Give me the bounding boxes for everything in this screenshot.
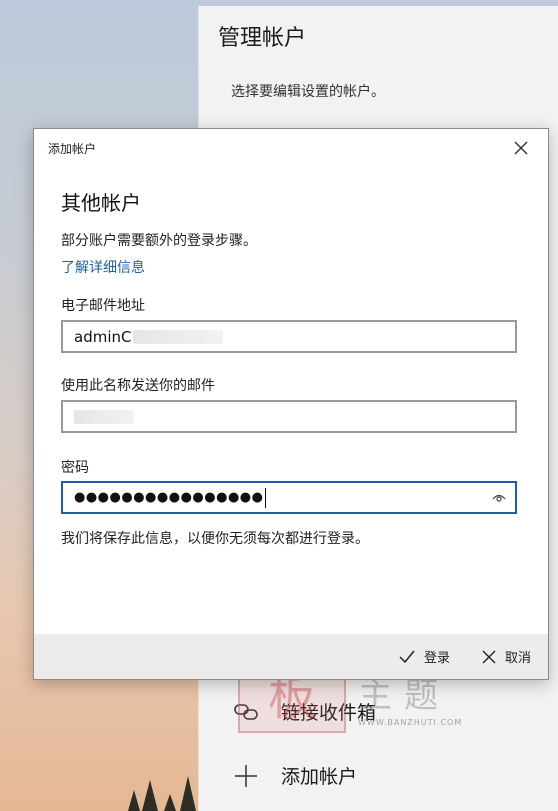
add-account-label: 添加帐户 [281, 766, 358, 788]
close-button[interactable] [508, 135, 534, 161]
password-value: ●●●●●●●●●●●●●●●● [74, 490, 264, 505]
add-account-item[interactable]: 添加帐户 [233, 762, 357, 789]
redacted-email-domain [133, 329, 224, 344]
dialog-heading: 其他帐户 [61, 191, 141, 215]
link-icon [233, 699, 259, 725]
redacted-display-name [74, 409, 134, 424]
panel-subtitle: 选择要编辑设置的帐户。 [231, 84, 385, 100]
checkmark-icon [399, 650, 415, 663]
password-field[interactable]: ●●●●●●●●●●●●●●●● [61, 481, 517, 514]
dialog-footer: 登录 取消 [34, 634, 548, 679]
link-inboxes-label: 链接收件箱 [281, 702, 377, 724]
panel-title: 管理帐户 [218, 26, 307, 51]
plus-icon [233, 763, 259, 789]
dialog-description: 部分账户需要额外的登录步骤。 [61, 233, 257, 249]
password-label: 密码 [61, 460, 89, 476]
sign-in-label: 登录 [424, 651, 451, 666]
link-inboxes-item[interactable]: 链接收件箱 [233, 698, 376, 725]
add-account-dialog: 添加帐户 其他帐户 部分账户需要额外的登录步骤。 了解详细信息 电子邮件地址 a… [33, 128, 549, 680]
email-label: 电子邮件地址 [61, 298, 145, 314]
learn-more-link[interactable]: 了解详细信息 [61, 257, 145, 277]
display-name-label: 使用此名称发送你的邮件 [61, 378, 215, 394]
cancel-label: 取消 [505, 651, 532, 666]
cancel-button[interactable]: 取消 [482, 634, 531, 679]
display-name-field[interactable] [61, 400, 517, 433]
eye-icon [492, 494, 506, 502]
background-trees [128, 776, 196, 811]
reveal-password-button[interactable] [491, 490, 507, 506]
close-icon [514, 141, 528, 155]
dialog-title: 添加帐户 [48, 142, 97, 156]
sign-in-button[interactable]: 登录 [399, 634, 450, 679]
text-caret [264, 487, 266, 508]
cancel-x-icon [482, 650, 496, 663]
save-info-note: 我们将保存此信息，以便你无须每次都进行登录。 [61, 531, 369, 547]
email-field[interactable]: adminⅭ [61, 320, 517, 353]
email-value: adminⅭ [74, 327, 132, 346]
